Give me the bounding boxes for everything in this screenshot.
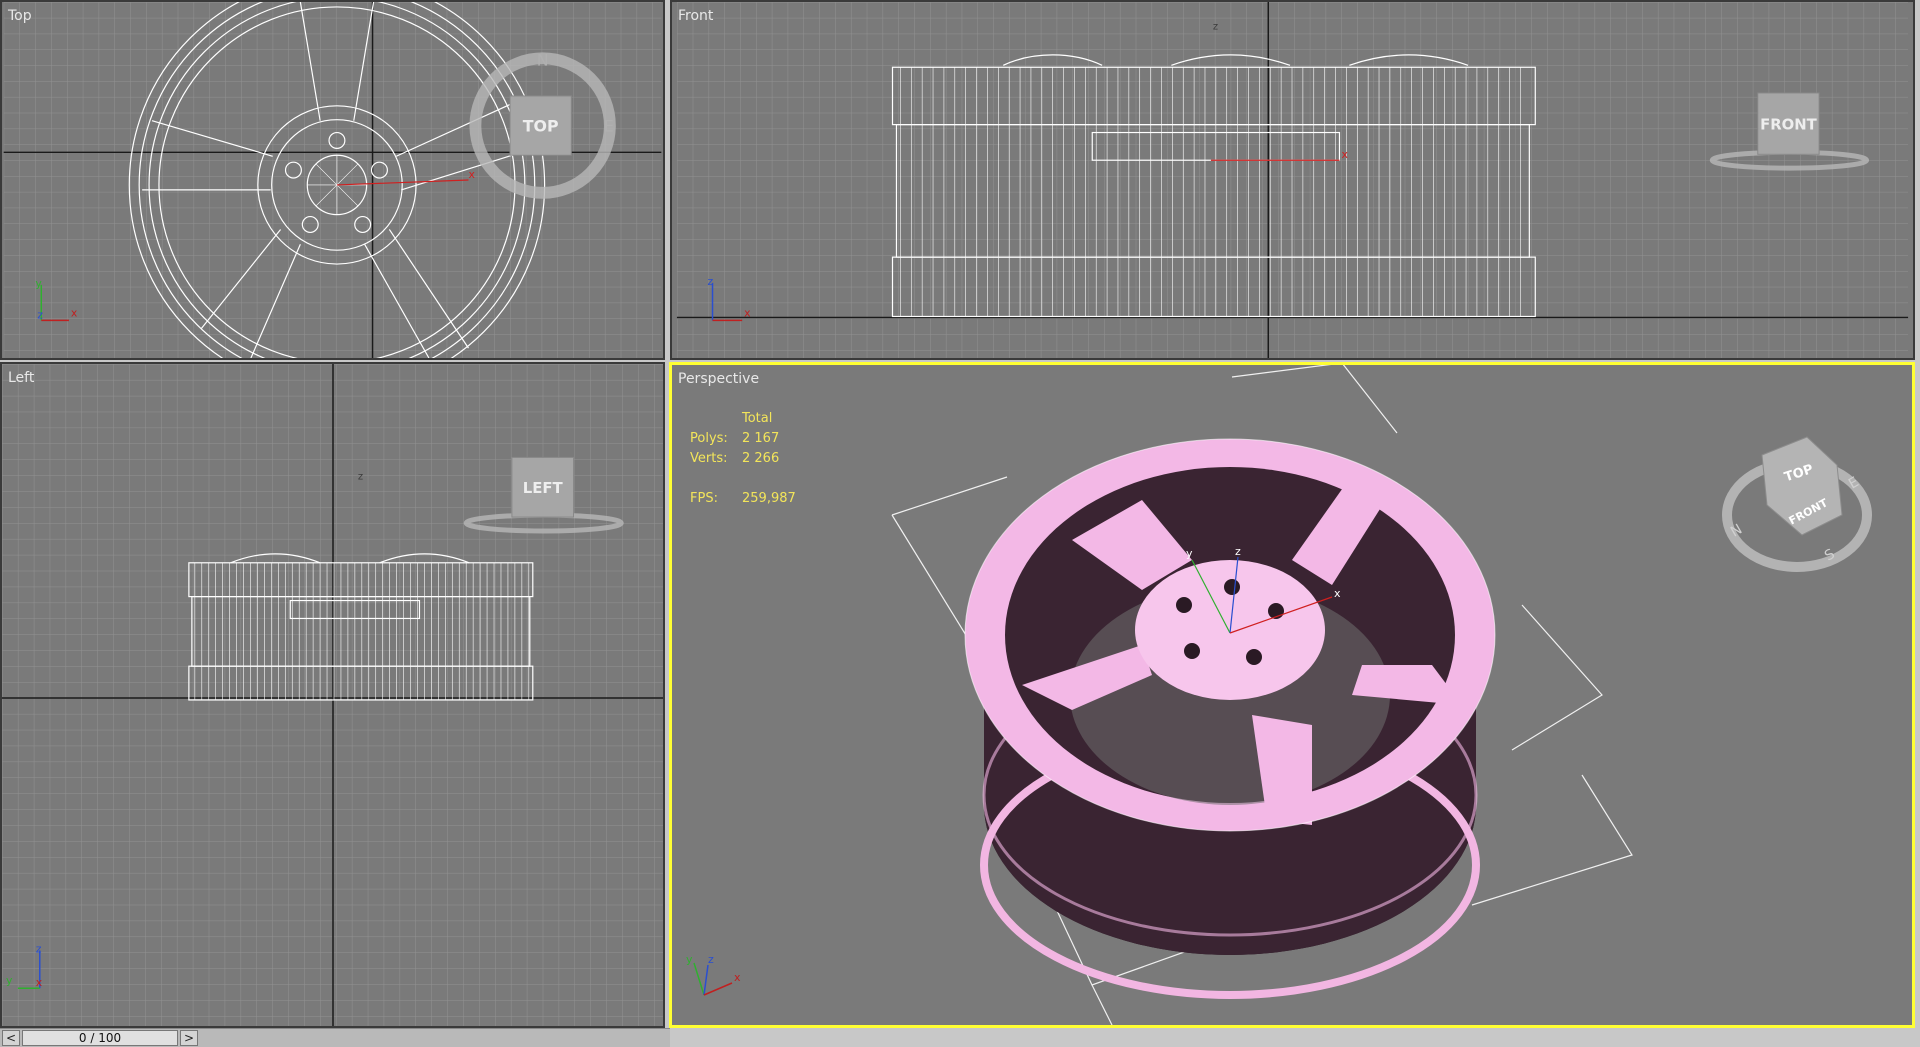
bottom-strip — [670, 1028, 1920, 1046]
svg-text:x: x — [1334, 587, 1341, 600]
viewcube-top-face: TOP — [523, 117, 559, 136]
svg-text:y: y — [686, 953, 693, 966]
next-frame-button[interactable]: > — [180, 1030, 198, 1046]
fps-label: FPS: — [690, 491, 718, 506]
left-viewport-canvas[interactable]: z LEFT z y x — [2, 364, 663, 1026]
svg-text:z: z — [708, 953, 714, 966]
previous-frame-button[interactable]: < — [2, 1030, 20, 1046]
statistics-overlay: Total Polys: 2 167 Verts: 2 266 FPS: 259,98… — [690, 409, 796, 509]
viewport-perspective[interactable]: y z x TOP FRONT N S E y z x Perspective … — [669, 362, 1915, 1028]
viewcube-left-face: LEFT — [523, 479, 564, 497]
perspective-viewport-canvas[interactable]: y z x TOP FRONT N S E y z x — [672, 365, 1912, 1025]
viewport-left[interactable]: z LEFT z y x Left — [0, 362, 665, 1028]
svg-text:z: z — [708, 275, 714, 288]
verts-value: 2 266 — [742, 451, 780, 466]
viewcube-front-face: FRONT — [1760, 117, 1818, 134]
svg-text:x: x — [734, 971, 741, 984]
svg-text:x: x — [71, 306, 78, 319]
polys-value: 2 167 — [742, 431, 780, 446]
viewport-top[interactable]: x TOP N E y x z Top — [0, 0, 665, 360]
viewport-front[interactable]: x z FRONT z x Front — [670, 0, 1915, 360]
svg-text:z: z — [37, 308, 43, 321]
svg-text:x: x — [36, 976, 43, 989]
viewport-label-top[interactable]: Top — [8, 8, 32, 24]
stats-header: Total — [742, 411, 773, 426]
fps-value: 259,987 — [742, 491, 796, 506]
svg-text:x: x — [744, 306, 751, 319]
viewport-label-front[interactable]: Front — [678, 8, 713, 24]
svg-text:y: y — [1186, 547, 1193, 560]
compass-e-label: E — [604, 117, 614, 136]
time-slider-bar: < 0 / 100 > — [0, 1028, 670, 1047]
svg-text:z: z — [1235, 545, 1241, 558]
svg-text:z: z — [1213, 22, 1218, 33]
gizmo-x-label: x — [468, 168, 475, 181]
compass-n-label: N — [537, 50, 549, 69]
svg-text:y: y — [6, 974, 13, 987]
svg-text:z: z — [358, 471, 363, 482]
top-viewport-canvas[interactable]: x TOP N E y x z — [2, 2, 663, 358]
viewport-label-left[interactable]: Left — [8, 370, 34, 386]
svg-text:x: x — [1341, 148, 1348, 161]
svg-text:z: z — [36, 942, 42, 955]
front-viewport-canvas[interactable]: x z FRONT z x — [672, 2, 1913, 358]
time-slider[interactable]: 0 / 100 — [22, 1030, 178, 1046]
verts-label: Verts: — [690, 451, 728, 466]
polys-label: Polys: — [690, 431, 728, 446]
viewport-label-perspective[interactable]: Perspective — [678, 371, 759, 387]
svg-text:y: y — [35, 277, 42, 290]
